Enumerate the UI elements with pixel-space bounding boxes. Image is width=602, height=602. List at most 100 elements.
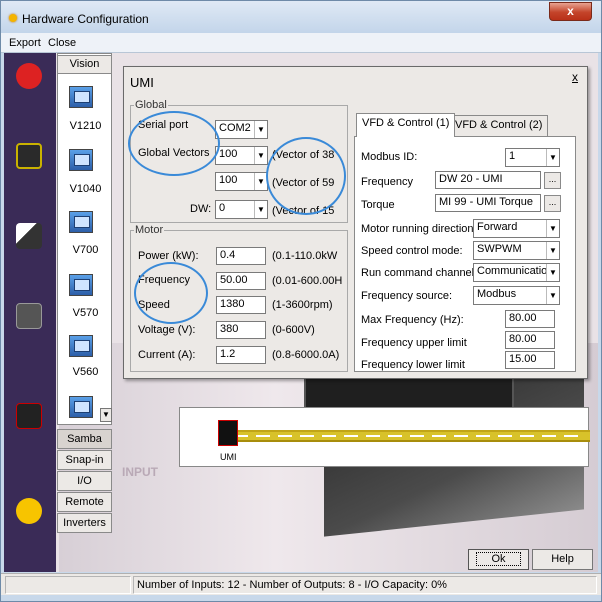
device-label[interactable]: V1210 — [58, 120, 113, 132]
power-input[interactable]: 0.4 — [216, 247, 266, 265]
window-title: Hardware Configuration — [22, 12, 149, 26]
umi-dialog: UMI x Global Serial port COM2 ▼ Global Ve… — [123, 66, 588, 379]
plc-icon[interactable] — [16, 143, 42, 169]
vfd-frequency-input[interactable]: DW 20 - UMI — [435, 171, 541, 189]
annotation-circle — [134, 262, 208, 324]
run-channel-value: Communication — [477, 265, 554, 277]
chevron-down-icon: ▼ — [546, 287, 559, 304]
connector-icon[interactable] — [16, 223, 42, 249]
title-bar: Hardware Configuration x — [1, 1, 601, 33]
chevron-down-icon: ▼ — [546, 220, 559, 237]
serial-port-select[interactable]: COM2 ▼ — [215, 120, 268, 139]
freq-source-select[interactable]: Modbus ▼ — [473, 286, 560, 305]
speed-input[interactable]: 1380 — [216, 296, 266, 314]
tab-vfd-control-2[interactable]: VFD & Control (2) — [449, 115, 549, 137]
category-remote-io[interactable]: Remote I/O — [57, 492, 112, 526]
palette-header-vision[interactable]: Vision — [57, 55, 112, 74]
global-vectors-select[interactable]: 100 ▼ — [215, 146, 268, 165]
chevron-down-icon: ▼ — [254, 201, 267, 218]
direction-label: Motor running direction: — [361, 223, 477, 235]
app-window: Hardware Configuration x Export Close IN… — [0, 0, 602, 602]
menu-export[interactable]: Export — [9, 37, 41, 49]
v700-icon[interactable] — [69, 211, 93, 233]
modbus-id-label: Modbus ID: — [361, 151, 418, 163]
v1210-icon[interactable] — [69, 86, 93, 108]
category-snap-in-io[interactable]: Snap-in I/O — [57, 450, 112, 484]
lower-limit-label: Frequency lower limit — [361, 359, 465, 371]
annotation-circle — [128, 111, 220, 176]
window-close-button[interactable]: x — [549, 2, 592, 21]
speed-mode-label: Speed control mode: — [361, 245, 463, 257]
device-icon[interactable] — [69, 396, 93, 418]
motor-group-label: Motor — [134, 224, 165, 236]
power-label: Power (kW): — [138, 250, 199, 262]
category-inverters[interactable]: Inverters — [57, 513, 112, 533]
current-range: (0.8-6000.0A) — [272, 349, 340, 361]
global-vectors-value: 100 — [219, 148, 238, 160]
status-text: Number of Inputs: 12 - Number of Outputs… — [137, 579, 447, 591]
torque-label: Torque — [361, 199, 395, 211]
ok-button[interactable]: Ok — [468, 549, 529, 570]
dw-select[interactable]: 0 ▼ — [215, 200, 268, 219]
upper-limit-input[interactable]: 80.00 — [505, 331, 555, 349]
device-palette: V1210 V1040 V700 V570 V560 — [57, 53, 112, 425]
vectors-row2-value: 100 — [219, 174, 238, 186]
device-label[interactable]: V570 — [58, 307, 113, 319]
category-io-expansion[interactable]: I/O Expansi... — [57, 471, 112, 505]
voltage-input[interactable]: 380 — [216, 321, 266, 339]
run-channel-select[interactable]: Communication ▼ — [473, 263, 560, 282]
voltage-label: Voltage (V): — [138, 324, 196, 336]
chevron-down-icon: ▼ — [254, 121, 267, 138]
global-group-label: Global — [134, 99, 168, 111]
direction-select[interactable]: Forward ▼ — [473, 219, 560, 238]
vfd-frequency-label: Frequency — [361, 176, 413, 188]
dialog-close-button[interactable]: x — [572, 70, 578, 84]
annotation-circle — [266, 137, 346, 215]
device-label[interactable]: V700 — [58, 244, 113, 256]
current-label: Current (A): — [138, 349, 196, 361]
current-input[interactable]: 1.2 — [216, 346, 266, 364]
device-label[interactable]: V1040 — [58, 183, 113, 195]
modbus-id-value: 1 — [509, 150, 516, 162]
dw-label: DW: — [190, 203, 212, 215]
help-button[interactable]: Help — [532, 549, 593, 570]
workspace: INPUT V1210 V1040 V700 V570 V560 Vision … — [4, 53, 598, 572]
frequency-browse-button[interactable]: ... — [544, 172, 561, 189]
serial-port-value: COM2 — [219, 122, 251, 134]
run-channel-label: Run command channel: — [361, 267, 478, 279]
module-icon[interactable] — [16, 303, 42, 329]
ok-button-label: Ok — [476, 552, 521, 566]
speed-mode-value: SWPWM — [477, 243, 522, 255]
max-freq-input[interactable]: 80.00 — [505, 310, 555, 328]
speed-mode-select[interactable]: SWPWM ▼ — [473, 241, 560, 260]
bulb-icon[interactable] — [16, 498, 42, 524]
device-label[interactable]: V560 — [58, 366, 113, 378]
din-rail — [228, 430, 590, 442]
freq-source-value: Modbus — [477, 288, 517, 300]
category-samba[interactable]: Samba — [57, 429, 112, 449]
v560-icon[interactable] — [69, 335, 93, 357]
app-icon — [9, 14, 17, 22]
v1040-icon[interactable] — [69, 149, 93, 171]
v570-icon[interactable] — [69, 274, 93, 296]
vfd-control-panel: Modbus ID: 1 ▼ Frequency DW 20 - UMI ... … — [354, 136, 576, 372]
vectors-row2-select[interactable]: 100 ▼ — [215, 172, 268, 191]
max-freq-label: Max Frequency (Hz): — [361, 314, 464, 326]
umi-device-icon[interactable] — [218, 420, 238, 446]
tab-vfd-control-1[interactable]: VFD & Control (1) — [356, 113, 456, 137]
frequency-input[interactable]: 50.00 — [216, 272, 266, 290]
modbus-id-select[interactable]: 1 ▼ — [505, 148, 560, 167]
unitronics-logo-icon[interactable] — [16, 63, 42, 89]
freq-source-label: Frequency source: — [361, 290, 453, 302]
dialog-title: UMI — [130, 75, 154, 90]
status-cell — [5, 576, 131, 594]
io-module-icon[interactable] — [16, 403, 42, 429]
voltage-range: (0-600V) — [272, 324, 315, 336]
menu-close[interactable]: Close — [48, 37, 76, 49]
status-bar: Number of Inputs: 12 - Number of Outputs… — [1, 573, 601, 595]
umi-device-label: UMI — [220, 452, 237, 462]
torque-input[interactable]: MI 99 - UMI Torque — [435, 194, 541, 212]
lower-limit-input[interactable]: 15.00 — [505, 351, 555, 369]
chevron-down-icon[interactable]: ▼ — [100, 408, 112, 422]
torque-browse-button[interactable]: ... — [544, 195, 561, 212]
